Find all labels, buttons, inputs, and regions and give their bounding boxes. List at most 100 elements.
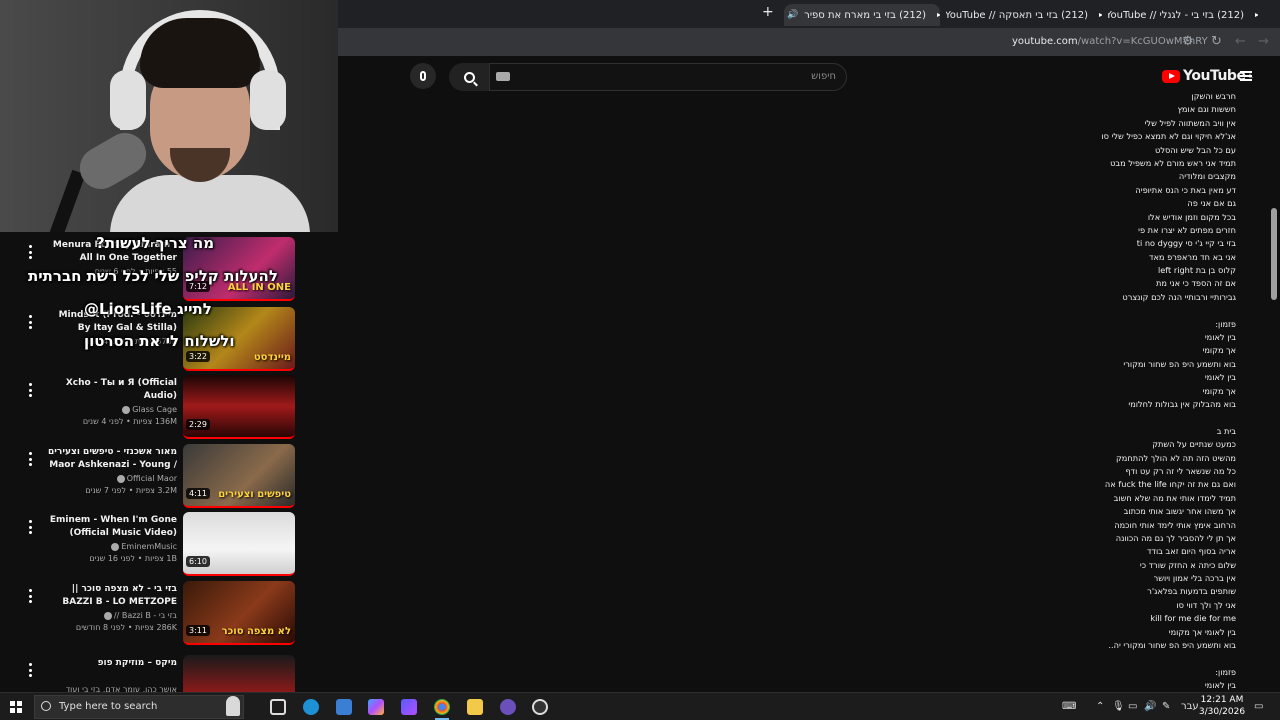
overlay-line-4: ולשלוח לי את הסרטון [84,332,235,350]
app-icon[interactable] [500,699,516,715]
video-title[interactable]: בזי בי - לא מצפה סוכר || BAZZI B - LO ME… [44,583,177,610]
sidebar-video-item[interactable]: Xcho - Ты и Я (Official Audio) Glass Cage… [20,375,302,441]
lyric-line: תמיד לימדו אותי את מה שלא חשוב [1113,492,1236,503]
video-duration: 2:29 [186,419,210,430]
new-tab-icon[interactable]: + [762,4,774,20]
lyric-line: אנ'לא חיקוי וגם לא תמצא כפיל שלי סו [1101,131,1236,142]
search-icon [41,701,51,711]
verified-badge-icon [103,611,112,620]
copilot-icon[interactable] [368,699,384,715]
more-actions-icon[interactable] [28,245,32,259]
search-button[interactable] [449,63,489,91]
forward-icon[interactable]: → [1258,34,1269,49]
more-actions-icon[interactable] [28,452,32,466]
page-scrollbar[interactable] [1268,96,1280,692]
cortana-figure-icon[interactable] [226,696,240,716]
file-explorer-icon[interactable] [467,699,483,715]
audio-playing-icon[interactable]: 🔊 [787,10,798,20]
clock-time: 12:21 AM [1200,695,1244,705]
taskbar-search[interactable]: Type here to search [34,695,244,719]
more-actions-icon[interactable] [28,520,32,534]
edge-icon[interactable] [303,699,319,715]
network-icon[interactable]: ▭ [1128,701,1137,712]
video-meta: 136M צפיות • לפני 4 שנים [82,417,177,426]
lyric-line: הרחוב אימץ אותי לימד אותי חוכמה [1114,519,1236,530]
tab-title: (212) בזי בי מארח את ספיר [804,9,926,21]
thumbnail-caption: לא מצפה סוכר [221,626,291,637]
video-title[interactable]: מאור אשכנזי - טיפשים וצעירים / Maor Ashk… [44,446,177,473]
overlay-line-1: מה צריך לעשות? [96,234,215,252]
keyboard-tray-icon[interactable]: ⌨ [1062,701,1076,712]
back-icon[interactable]: ← [1235,34,1246,49]
more-actions-icon[interactable] [28,383,32,397]
scrollbar-thumb[interactable] [1271,208,1277,300]
search-icon [463,71,475,83]
lyric-line: פזמון: [1215,666,1236,677]
channel-name[interactable]: Official Maor [44,474,177,483]
microphone-tray-icon[interactable]: 🎙 [1112,701,1125,712]
lyric-line: בין לאומי אך מקומי [1168,626,1236,637]
reload-icon[interactable]: ↻ [1211,34,1222,49]
microphone-icon [420,71,426,81]
tab-active[interactable]: (212) בזי בי מארח את ספיר 🔊 ✕ [784,4,940,26]
more-actions-icon[interactable] [28,589,32,603]
lyric-line: מקצבים ומלודיה [1178,171,1236,182]
lyric-line: שותפים בדמעות בפלאג'ר [1147,586,1236,597]
lyric-line: אני לך ולך דווי סו [1176,599,1236,610]
url-host: youtube.com [1012,36,1078,47]
sidebar-video-item[interactable]: מאור אשכנזי - טיפשים וצעירים / Maor Ashk… [20,444,302,510]
channel-name[interactable]: EminemMusic [44,542,177,551]
windows-start-icon[interactable] [10,701,22,713]
video-description-lyrics: חרבש והשקן חששות וגם אומץ אין וויב המשתווה… [1020,90,1236,693]
lyric-line: בין לאומי [1204,680,1236,691]
lyric-line: בין לאומי [1204,332,1236,343]
video-title[interactable]: Xcho - Ты и Я (Official Audio) [44,377,177,403]
lyric-line: אם זה הספד כי אני מת [1155,278,1236,289]
overlay-line-2: להעלות קליפ שלי לכל רשת חברתית [28,267,278,285]
lyric-line: בוא ותשמע היפ הפ שחור ומקורי [1123,358,1236,369]
lyric-line: ואם גם את זה יקחו fuck the life אה [1104,479,1236,490]
lyric-line: דע מאין באת כי הנס אתיופיה [1135,184,1236,195]
channel-name[interactable]: Glass Cage [44,405,177,414]
sidebar-video-item[interactable]: Eminem - When I'm Gone (Official Music V… [20,512,302,578]
lyric-line: בין לאומי [1204,372,1236,383]
url-text[interactable]: youtube.com/watch?v=KcGUOwM7hRY [1012,36,1208,47]
tab-legali[interactable]: (212) בזי בי - לגנלי // YouTube ✕ [1108,4,1258,26]
youtube-logo[interactable]: YouTube IL [1162,68,1253,84]
store-icon[interactable] [336,699,352,715]
thumbnail-caption: טיפשים וצעירים [218,489,291,500]
show-hidden-icons[interactable]: ⌃ [1096,701,1104,712]
keyboard-icon[interactable] [496,72,510,81]
lyric-line: אך מקומי [1202,385,1236,396]
menu-icon[interactable] [1240,71,1252,81]
lyric-line: כמעט שנתיים על השתק [1152,439,1236,450]
video-meta: 3.2M צפיות • לפני 7 שנים [85,486,177,495]
search-input[interactable]: חיפוש [489,63,847,91]
obs-icon[interactable] [532,699,548,715]
volume-icon[interactable]: 🔊 [1144,701,1156,712]
task-view-icon[interactable] [270,699,286,715]
sidebar-video-item[interactable]: בזי בי - לא מצפה סוכר || BAZZI B - LO ME… [20,581,302,647]
voice-search-button[interactable] [410,63,436,89]
notifications-icon[interactable]: ▭ [1254,701,1263,712]
pen-icon[interactable]: ✎ [1162,701,1170,712]
lyric-line: בזי בי קיי ג'י סי ti no dyggy [1136,238,1236,249]
lyric-line: אריה בסוף היום זאב בודד [1147,546,1236,557]
site-settings-icon[interactable]: ⚙ [1182,34,1194,49]
tab-taska[interactable]: (212) בזי בי תאסקה // YouTube ✕ [946,4,1102,26]
channel-name[interactable]: בזי בי - Bazzi B // [44,611,177,620]
lyric-line: קלוס בן בת left right [1157,265,1236,276]
lyric-line: אך מקומי [1202,345,1236,356]
webcam-feed [0,0,338,232]
lyric-line [1020,304,1236,317]
video-duration: 4:11 [186,488,210,499]
clock[interactable]: 12:21 AM 3/30/2026 [1196,694,1248,718]
video-title[interactable]: מיקס – מוזיקת פופ [44,657,177,670]
video-title[interactable]: Eminem - When I'm Gone (Official Music V… [44,514,177,540]
chrome-icon[interactable] [434,699,450,720]
more-actions-icon[interactable] [28,315,32,329]
more-actions-icon[interactable] [28,663,32,677]
lyric-line: בית ב [1216,425,1236,436]
lyric-line: פזמון: [1215,318,1236,329]
app-icon[interactable] [401,699,417,715]
